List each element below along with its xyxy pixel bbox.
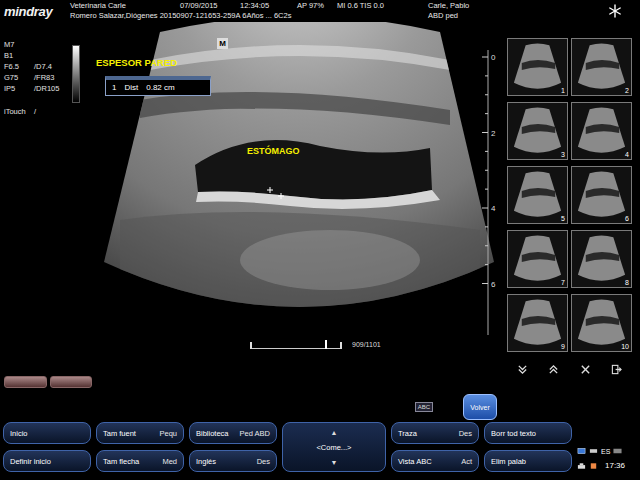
orientation-mark: M [217,38,228,49]
soft-key[interactable]: Traza Des [391,422,479,444]
cine-frame-count: 909/1101 [352,341,381,348]
header-bar: mindray Veterinaria Carle 07/09/2015 12:… [0,0,640,22]
acoustic-power: AP 97% [297,1,337,11]
soft-key[interactable]: Vista ABC Act [391,450,479,472]
thumbnail-image [572,231,631,287]
parameter-row: iTouch / [4,106,72,117]
main-area: M7 B1 F6.5 /D7.4G75 /FR83IP5 /DR105iTouc… [0,22,640,392]
measurement-value: 0.82 cm [146,83,174,92]
thumbnail[interactable]: 1 [507,38,568,96]
thumbnail[interactable]: 3 [507,102,568,160]
exam-type: ABD ped [428,11,602,21]
thumbnail-image [572,103,631,159]
thumbnail-image [572,295,631,351]
parameter-row: G75 /FR83 [4,72,72,83]
navigate-up[interactable]: ▲ [331,429,338,436]
mini-button[interactable] [50,376,93,388]
freeze-snowflake-icon [608,4,622,18]
caliper-marks[interactable] [267,187,284,199]
thumbnail-image [508,103,567,159]
depth-label: 0 [491,53,496,62]
soft-key[interactable]: Elim palab [484,450,572,472]
back-button[interactable]: Volver [463,394,497,420]
language-indicator: ES [601,448,610,455]
gray-scale-bar [72,45,80,103]
clock: 17:36 [605,461,625,470]
depth-label: 2 [491,129,496,138]
soft-key[interactable]: Inglés Des [189,450,277,472]
parameter-row: M7 [4,39,72,50]
soft-key[interactable]: Tam flecha Med [96,450,184,472]
scroll-down-icon[interactable] [517,364,528,375]
time: 12:34:05 [240,1,297,11]
soft-key[interactable]: Definir inicio [3,450,91,472]
soft-key[interactable]: Tam fuent Pequ [96,422,184,444]
thumbnail-image [508,39,567,95]
parameter-panel: M7 B1 F6.5 /D7.4G75 /FR83IP5 /DR105 iTouc… [0,22,92,392]
status-area: ES 17:36 [577,422,637,472]
soft-key[interactable]: Inicio [3,422,91,444]
soft-key[interactable]: Biblioteca Ped ABD [189,422,277,444]
measurement-index: 1 [112,83,116,92]
thumbnail[interactable]: 8 [571,230,632,288]
thumbnail[interactable]: 5 [507,166,568,224]
organ-label: ESTÓMAGO [247,146,300,156]
scroll-up-icon[interactable] [548,364,559,375]
exam-info: Veterinaria Carle 07/09/2015 12:34:05 AP… [70,1,602,21]
operator: Carle, Pablo [428,1,602,11]
depth-label: 4 [491,204,496,213]
storage-icon [589,462,598,470]
cine-bar: 909/1101 [250,340,381,349]
control-panel: ABC Volver Inicio Tam fuent PequBibliote… [0,392,640,480]
keyboard-icon [613,447,622,455]
printer-icon [577,462,586,470]
soft-key[interactable]: Borr tod texto [484,422,572,444]
thumbnail-panel: 1 2 3 4 5 6 7 8 9 10 [500,22,640,392]
wall-thickness-label: ESPESOR PARED [96,57,177,68]
thumbnail[interactable]: 9 [507,294,568,352]
parameter-row: IP5 /DR105 [4,83,72,94]
abc-button[interactable]: ABC [415,402,433,412]
thumbnail[interactable]: 2 [571,38,632,96]
close-icon[interactable] [580,364,591,375]
parameter-row: F6.5 /D7.4 [4,61,72,72]
thumbnail[interactable]: 4 [571,102,632,160]
thumbnail-image [572,39,631,95]
menu-navigator[interactable]: ▲ <Come...> ▼ [282,422,386,472]
depth-scale: 0 2 4 6 [482,50,496,335]
cine-track[interactable] [250,340,342,349]
network-icon [577,447,586,455]
mi-tis: MI 0.6 TIS 0.0 [337,1,428,11]
patient: Romero Salazar,Diógenes 20150907-121653-… [70,11,428,21]
thumbnail-image [572,167,631,223]
ultrasound-image-area: 0 2 4 6 ESPESOR PARED 1 Dist 0.82 cm M ESTÓ… [92,22,500,392]
date: 07/09/2015 [180,1,240,11]
usb-icon [589,447,598,455]
mini-button[interactable] [4,376,47,388]
thumbnail[interactable]: 7 [507,230,568,288]
thumbnail[interactable]: 10 [571,294,632,352]
depth-label: 6 [491,280,496,289]
measurement-box: 1 Dist 0.82 cm [105,76,211,96]
navigate-down[interactable]: ▼ [331,459,338,466]
parameter-row: B1 [4,50,72,61]
measurement-label: Dist [124,83,138,92]
ultrasound-screen: mindray Veterinaria Carle 07/09/2015 12:… [0,0,640,480]
thumbnail-image [508,167,567,223]
navigator-label: <Come...> [316,443,351,452]
thumbnail-image [508,295,567,351]
cine-position[interactable] [325,340,327,349]
thumbnail[interactable]: 6 [571,166,632,224]
thumbnail-image [508,231,567,287]
institution: Veterinaria Carle [70,1,180,11]
exit-icon[interactable] [611,364,622,375]
mindray-logo: mindray [0,4,70,19]
